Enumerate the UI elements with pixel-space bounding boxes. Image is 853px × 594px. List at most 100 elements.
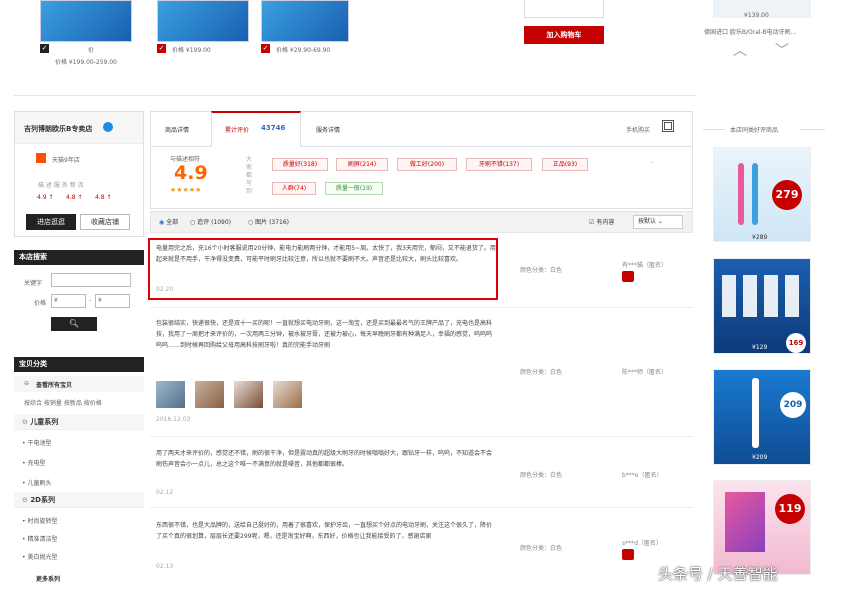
right-product-price: ¥139.00	[744, 12, 769, 19]
price-badge: 169	[786, 333, 806, 353]
review-tag[interactable]: 做工好(200)	[397, 158, 457, 171]
checkbox-item-2[interactable]: ✓	[157, 44, 166, 53]
tab-reviews-count: 43746	[261, 124, 286, 132]
product-thumb-3[interactable]	[261, 0, 349, 42]
toothbrush-blue	[752, 163, 758, 225]
review-tag[interactable]: 质量好(318)	[272, 158, 328, 171]
review-text: 东西很不错，也是大品牌的，送给自己挺好的，用着了很喜欢，保护牙齿，一直想买个好点…	[156, 522, 493, 540]
keyword-input[interactable]	[51, 273, 131, 287]
review-date: 02.12	[156, 489, 174, 496]
vip-badge-icon	[622, 549, 634, 560]
review-user: b***e（匿名）	[622, 472, 663, 479]
review-user: 有***猫（匿名）	[622, 262, 668, 269]
cat-item[interactable]: • 美白抛光型	[22, 552, 57, 561]
recommend-title: 本店同类好评商品	[730, 127, 779, 134]
shop-years: 天猫9年店	[52, 157, 80, 164]
cat-item[interactable]: • 精准清洁型	[22, 534, 57, 543]
review-date: 02.20	[156, 286, 174, 293]
review-tag[interactable]: 正品(93)	[542, 158, 588, 171]
sort-links[interactable]: 按综合 按销量 按新品 按价格	[24, 398, 102, 407]
cat-all-link[interactable]: 查看所有宝贝	[36, 380, 72, 389]
qrcode-icon[interactable]	[662, 120, 674, 132]
search-button[interactable]: 🔍︎	[51, 317, 97, 331]
price-to-input[interactable]: ¥	[95, 294, 130, 308]
enter-shop-button[interactable]: 进店逛逛	[26, 214, 76, 230]
keyword-label: 关键字	[24, 280, 43, 287]
brush-heads	[722, 275, 804, 317]
filter-all-radio[interactable]: ◉ 全部	[159, 217, 178, 226]
minus-icon: ⊖	[24, 380, 30, 387]
cat-item[interactable]: • 儿童刷头	[22, 478, 51, 487]
chevron-down-icon[interactable]: ﹀	[775, 40, 789, 60]
checkbox-item-1[interactable]: ✓	[40, 44, 49, 53]
right-product-title[interactable]: 德国进口 欧乐B/Oral-B电动牙刷...	[704, 27, 796, 36]
review-photo[interactable]	[273, 381, 302, 408]
review-user: 陈***师（匿名）	[622, 369, 668, 376]
cat-group-label: 2D系列	[30, 496, 55, 504]
price-badge: 209	[780, 392, 806, 418]
review-divider	[150, 307, 693, 308]
product-thumb-1[interactable]	[40, 0, 132, 42]
tags-side-label: 大家都写到	[246, 156, 253, 195]
recommend-line-left	[703, 129, 725, 130]
review-divider	[150, 436, 693, 437]
review-summary	[150, 147, 693, 209]
review-tag[interactable]: 刷屏(214)	[336, 158, 388, 171]
checkbox-item-3[interactable]: ✓	[261, 44, 270, 53]
review-date: 02.13	[156, 563, 174, 570]
review-color: 颜色分类：白色	[520, 545, 563, 552]
filter-append-radio[interactable]: ○ 追评 (1090)	[190, 217, 231, 226]
review-tag[interactable]: 人群(74)	[272, 182, 316, 195]
filter-pics-radio[interactable]: ○ 图片 (3716)	[248, 217, 289, 226]
review-tag[interactable]: 质量一般(19)	[325, 182, 383, 195]
review-photo[interactable]	[234, 381, 263, 408]
has-content-checkbox[interactable]: ☑ 有内容	[589, 217, 614, 226]
review-photo[interactable]	[195, 381, 224, 408]
tab-details[interactable]: 商品详情	[165, 125, 189, 134]
price-badge: 119	[775, 494, 805, 524]
score-stars: ★★★★★	[170, 186, 202, 194]
price-from-input[interactable]: ¥	[51, 294, 86, 308]
rating-service: 4.8 ↑	[66, 194, 83, 201]
tab-service[interactable]: 服务详情	[316, 125, 340, 134]
product-thumb-2[interactable]	[157, 0, 249, 42]
review-color: 颜色分类：白色	[520, 369, 563, 376]
rating-desc: 4.9 ↑	[37, 194, 54, 201]
item-1-price: 价格 ¥199.00-259.00	[55, 59, 117, 66]
kids-brush-box	[725, 492, 765, 552]
shop-verify-icon	[103, 122, 113, 132]
cat-more[interactable]: 更多系列	[36, 574, 60, 583]
review-user: s***d（匿名）	[622, 540, 662, 547]
review-color: 颜色分类：白色	[520, 472, 563, 479]
categories-title: 宝贝分类	[14, 357, 144, 372]
collapse-tags-icon[interactable]: ⌄	[650, 158, 655, 165]
cat-all-row[interactable]	[14, 376, 144, 392]
cat-group-kids[interactable]: ⊖ 儿童系列	[14, 414, 144, 430]
review-text: 包装很结实，快递很快，还是双十一买的呢！一直就想买电动牙刷，这一淘宝，还是买到最…	[156, 320, 493, 349]
cat-group-2d[interactable]: ⊖ 2D系列	[14, 492, 144, 508]
search-icon: 🔍︎	[68, 319, 80, 328]
tmall-icon	[36, 153, 46, 163]
review-date: 2016.12.03	[156, 416, 191, 423]
review-photo[interactable]	[156, 381, 185, 408]
favorite-shop-button[interactable]: 收藏店铺	[80, 214, 130, 230]
chevron-down-icon: ⌄	[657, 218, 663, 225]
cat-item[interactable]: • 干电池型	[22, 438, 51, 447]
toothbrush-white	[752, 378, 759, 448]
cat-item[interactable]: • 充电型	[22, 458, 45, 467]
chevron-up-icon[interactable]: ︿	[733, 40, 747, 60]
review-tag[interactable]: 牙刷不错(137)	[466, 158, 532, 171]
cart-area-top	[524, 0, 604, 18]
item-3-price: 价格 ¥29.90-69.90	[276, 47, 331, 54]
item-2-price: 价格 ¥199.00	[172, 47, 211, 54]
review-color: 颜色分类：白色	[520, 267, 563, 274]
mobile-buy-link[interactable]: 手机购买	[626, 125, 650, 134]
add-to-cart-button[interactable]: 加入购物车	[524, 26, 604, 44]
review-text: 电量用完之后，充16个小时客服说用20分钟，能电力能刷两分钟，才能用5~周。太快…	[156, 245, 496, 263]
cat-item[interactable]: • 时尚旋转型	[22, 516, 57, 525]
shop-name[interactable]: 吉列博朗欧乐B专卖店	[24, 124, 92, 134]
sort-select[interactable]: 按默认 ⌄	[633, 215, 683, 229]
top-divider	[14, 95, 696, 96]
recommend-price: ¥129	[752, 344, 768, 351]
watermark-text: 头条号 / 天善智能	[658, 565, 778, 583]
